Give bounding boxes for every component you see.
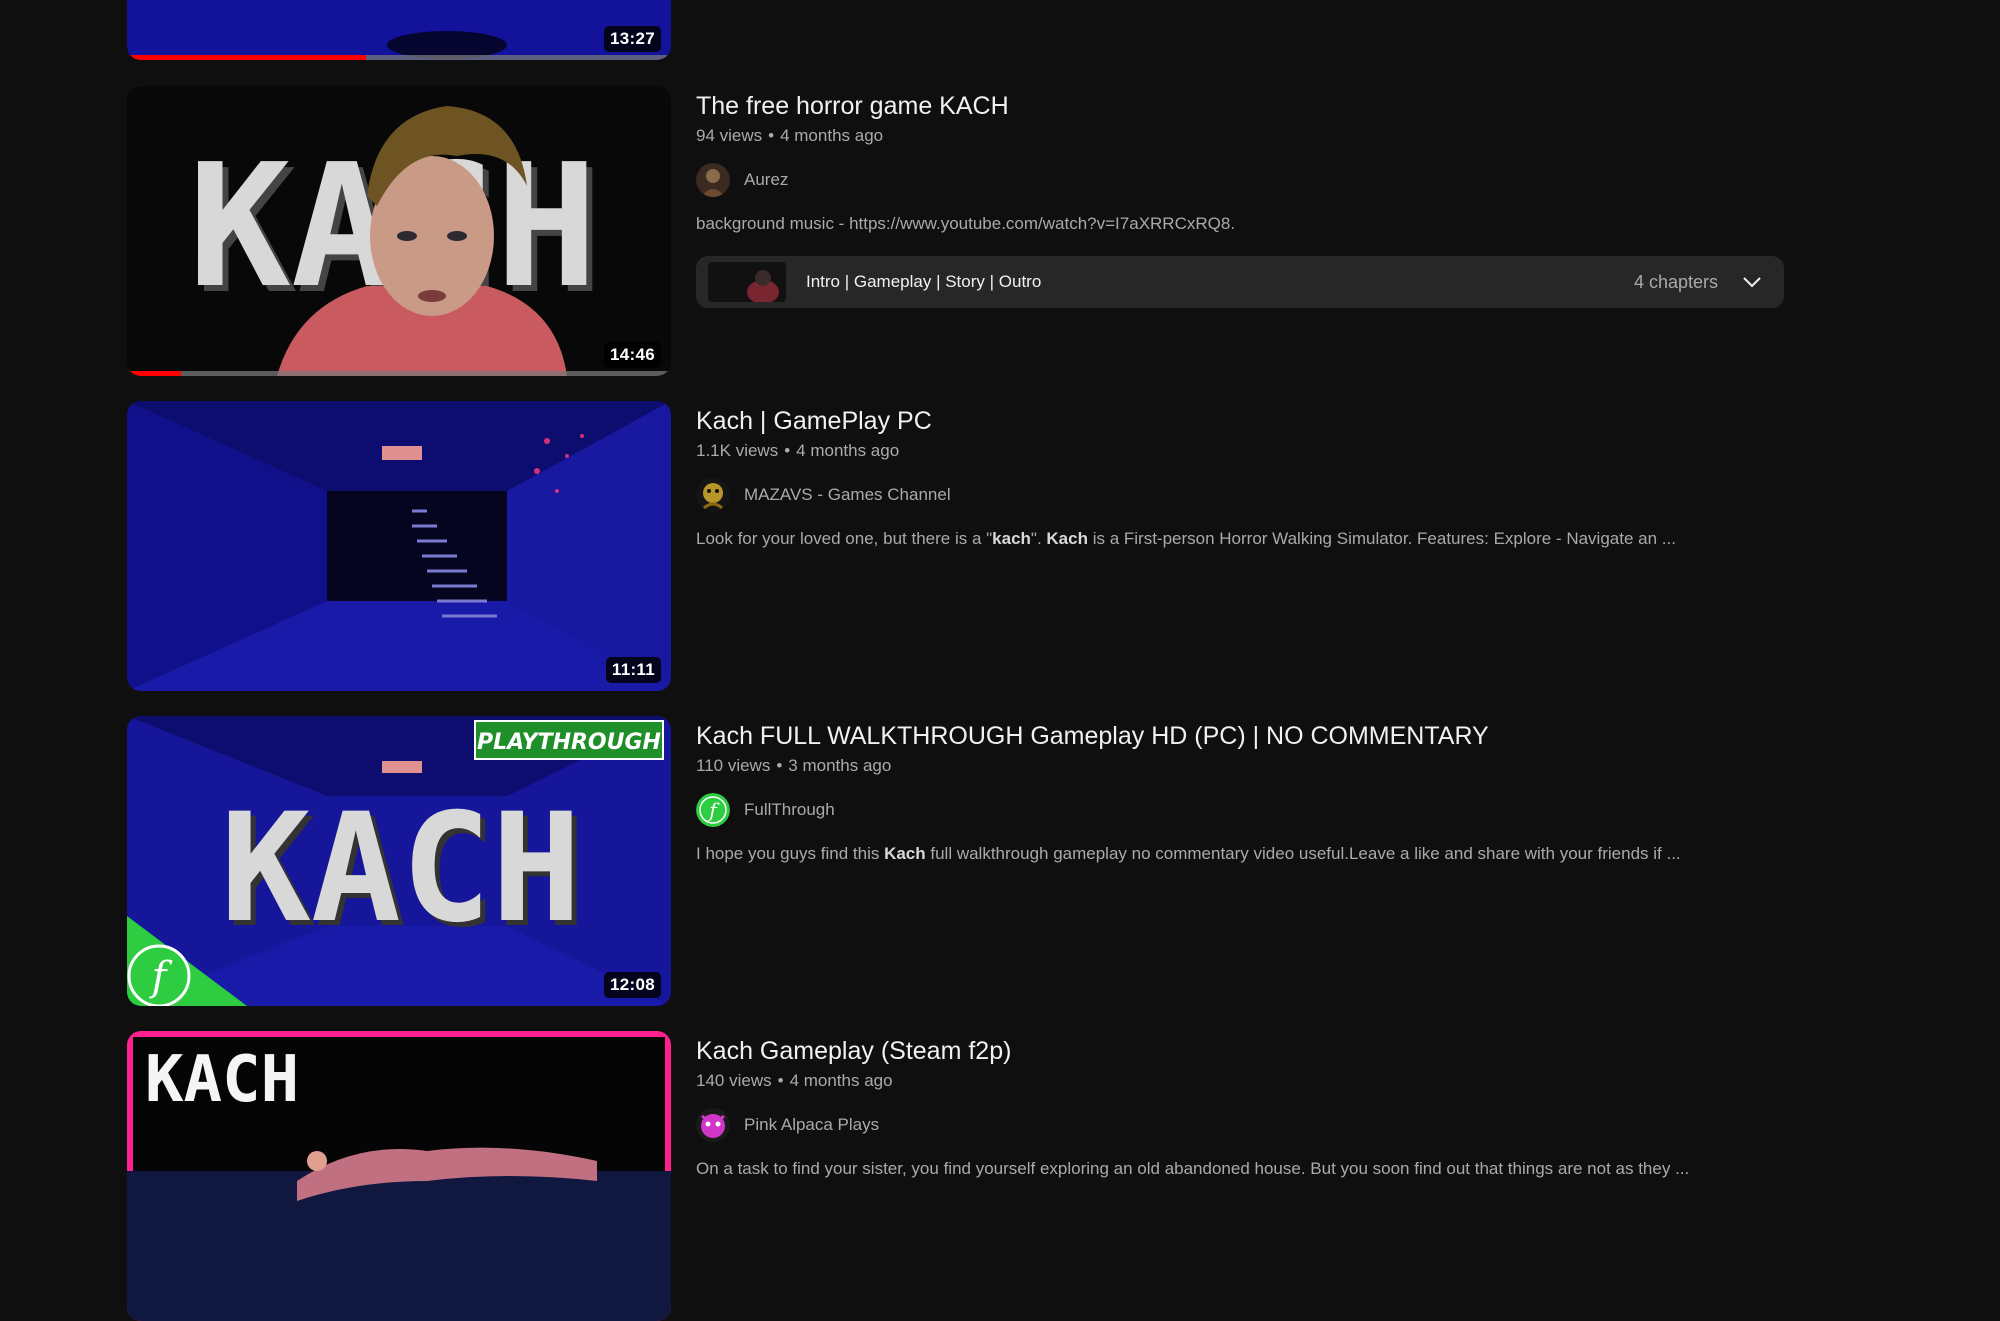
video-meta: 94 views • 4 months ago (696, 124, 1806, 148)
chapter-thumbnail (708, 262, 786, 302)
video-description: I hope you guys find this Kach full walk… (696, 844, 1681, 863)
thumbnail-title: KACH (220, 782, 581, 956)
thumbnail-image: KACH (127, 1031, 671, 1321)
watch-progress (127, 371, 671, 376)
view-count: 140 views (696, 1071, 772, 1090)
channel-link[interactable]: f FullThrough (696, 792, 1806, 828)
chapters-titles: Intro | Gameplay | Story | Outro (806, 272, 1042, 291)
meta-separator: • (777, 1071, 784, 1090)
video-thumbnail[interactable]: KACH KACH f PLAYTHROUGH 12:08 (127, 716, 671, 1006)
channel-avatar[interactable]: f (696, 793, 730, 827)
video-thumbnail[interactable]: KACH KACH 14:46 (127, 86, 671, 376)
upload-age: 4 months ago (789, 1071, 893, 1090)
video-meta: 1.1K views • 4 months ago (696, 439, 1806, 463)
video-description: On a task to find your sister, you find … (696, 1159, 1690, 1178)
meta-separator: • (784, 441, 791, 460)
view-count: 110 views (696, 756, 771, 775)
view-count: 1.1K views (696, 441, 779, 460)
channel-name[interactable]: FullThrough (744, 800, 835, 820)
meta-separator: • (768, 126, 775, 145)
thumbnail-image: KACH KACH f PLAYTHROUGH (127, 716, 671, 1006)
chapters-count: 4 chapters (1633, 271, 1718, 292)
channel-avatar[interactable] (696, 478, 730, 512)
chevron-down-icon[interactable] (1740, 270, 1764, 294)
thumbnail-title: KACH (145, 1043, 299, 1117)
channel-link[interactable]: Pink Alpaca Plays (696, 1107, 1806, 1143)
meta-separator: • (776, 756, 783, 775)
channel-avatar[interactable] (696, 1108, 730, 1142)
video-info: Kach Gameplay (Steam f2p) 140 views • 4 mo… (696, 1031, 1806, 1181)
video-info: Kach | GamePlay PC 1.1K views • 4 months a… (696, 401, 1806, 551)
upload-age: 3 months ago (788, 756, 892, 775)
channel-name[interactable]: Aurez (744, 170, 788, 190)
thumbnail-image (127, 401, 671, 691)
thumbnail-image (127, 0, 671, 60)
video-title[interactable]: Kach FULL WALKTHROUGH Gameplay HD (PC) |… (696, 720, 1806, 752)
video-info: The free horror game KACH 94 views • 4 mon… (696, 86, 1806, 308)
video-info: Kach FULL WALKTHROUGH Gameplay HD (PC) |… (696, 716, 1806, 866)
video-title[interactable]: Kach | GamePlay PC (696, 405, 1806, 437)
video-title[interactable]: The free horror game KACH (696, 90, 1806, 122)
video-thumbnail[interactable]: 13:27 (127, 0, 671, 60)
duration-badge: 11:11 (605, 657, 661, 683)
duration-badge: 14:46 (604, 342, 661, 368)
video-description: background music - https://www.youtube.c… (696, 214, 1236, 233)
video-meta: 110 views • 3 months ago (696, 754, 1806, 778)
upload-age: 4 months ago (796, 441, 900, 460)
view-count: 94 views (696, 126, 763, 145)
thumbnail-image: KACH KACH (127, 86, 671, 376)
video-description: Look for your loved one, but there is a … (696, 529, 1676, 548)
video-thumbnail[interactable]: 11:11 (127, 401, 671, 691)
channel-name[interactable]: Pink Alpaca Plays (744, 1115, 879, 1135)
duration-badge: 13:27 (604, 26, 661, 52)
video-thumbnail[interactable]: KACH (127, 1031, 671, 1321)
duration-badge: 12:08 (604, 972, 661, 998)
video-meta: 140 views • 4 months ago (696, 1069, 1806, 1093)
channel-link[interactable]: Aurez (696, 162, 1806, 198)
search-results: 13:27 KACH KACH 14:46 The free horror ga… (0, 0, 2000, 1321)
channel-link[interactable]: MAZAVS - Games Channel (696, 477, 1806, 513)
channel-avatar[interactable] (696, 163, 730, 197)
channel-name[interactable]: MAZAVS - Games Channel (744, 485, 951, 505)
chapters-bar[interactable]: Intro | Gameplay | Story | Outro 4 chapt… (696, 256, 1784, 308)
video-title[interactable]: Kach Gameplay (Steam f2p) (696, 1035, 1806, 1067)
upload-age: 4 months ago (780, 126, 884, 145)
watch-progress (127, 55, 671, 60)
thumbnail-badge: PLAYTHROUGH (477, 730, 661, 755)
